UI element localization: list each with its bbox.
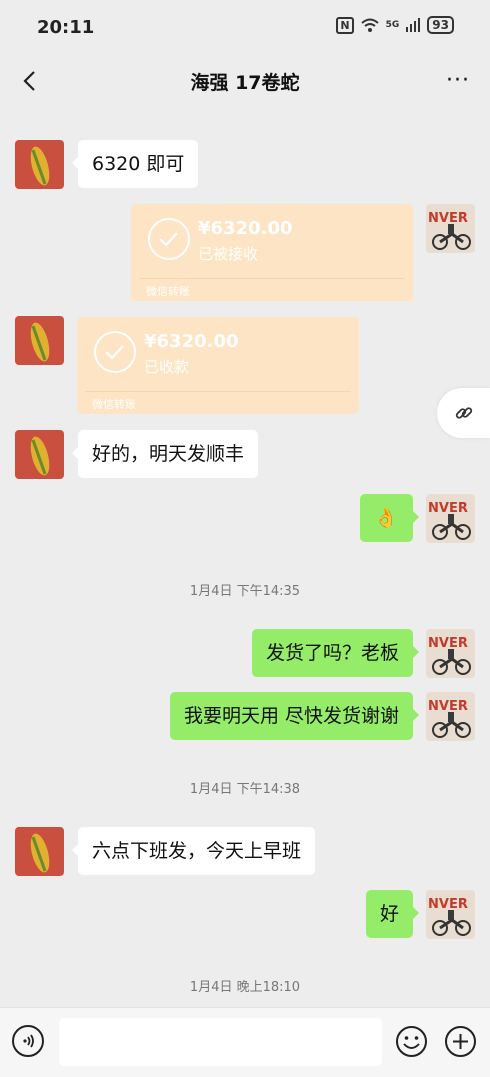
chat-title: 海强 17卷蛇 — [190, 72, 300, 94]
message-input[interactable] — [59, 1018, 382, 1066]
transfer-card-sent[interactable]: ¥6320.00 已被接收 微信转账 — [131, 204, 413, 301]
input-bar — [0, 1007, 490, 1077]
check-icon — [94, 331, 136, 373]
message-bubble[interactable]: 好 — [365, 890, 420, 938]
status-icons: N 5G 93 — [336, 16, 454, 34]
svg-text:NVER: NVER — [428, 636, 468, 651]
link-icon — [455, 407, 472, 419]
emoji-button[interactable] — [395, 1025, 428, 1058]
transfer-label: 微信转账 — [92, 398, 136, 411]
emoji-message-bubble[interactable]: 👌 — [360, 494, 419, 542]
signal-icon — [406, 18, 421, 32]
link-button[interactable] — [437, 388, 490, 438]
transfer-amount: ¥6320.00 — [144, 331, 239, 352]
status-bar: 20:11 N 5G 93 — [0, 0, 490, 56]
self-avatar[interactable]: NVER — [426, 204, 475, 253]
message-bubble[interactable]: 好的，明天发顺丰 — [71, 430, 259, 478]
message-bubble[interactable]: 6320 即可 — [71, 140, 199, 188]
transfer-status: 已被接收 — [198, 245, 259, 263]
contact-avatar[interactable] — [15, 827, 64, 876]
svg-text:NVER: NVER — [428, 699, 468, 714]
wifi-icon — [360, 18, 379, 32]
message-bubble[interactable]: 六点下班发，今天上早班 — [71, 827, 316, 875]
plus-icon — [445, 1026, 476, 1057]
nfc-icon: N — [336, 16, 354, 34]
contact-avatar[interactable] — [15, 140, 64, 189]
chat-header: 海强 17卷蛇 ··· — [0, 56, 490, 108]
check-icon — [148, 218, 190, 260]
transfer-label: 微信转账 — [146, 285, 190, 298]
svg-text:NVER: NVER — [428, 211, 468, 226]
timestamp: 1月4日 下午14:38 — [189, 782, 301, 797]
status-time: 20:11 — [37, 17, 95, 38]
voice-button[interactable] — [12, 1025, 44, 1057]
transfer-card-received[interactable]: ¥6320.00 已收款 微信转账 — [77, 317, 359, 414]
self-avatar[interactable]: NVER — [426, 494, 475, 543]
battery-level: 93 — [427, 16, 454, 34]
self-avatar[interactable]: NVER — [426, 629, 475, 678]
ok-hand-emoji: 👌 — [374, 507, 398, 529]
more-button[interactable]: ··· — [446, 68, 470, 93]
self-avatar[interactable]: NVER — [426, 692, 475, 741]
transfer-status: 已收款 — [144, 358, 190, 376]
emoji-icon — [396, 1026, 427, 1057]
message-bubble[interactable]: 发货了吗？老板 — [251, 629, 420, 677]
svg-text:NVER: NVER — [428, 501, 468, 516]
transfer-divider — [85, 391, 351, 392]
message-bubble[interactable]: 我要明天用 尽快发货谢谢 — [169, 692, 420, 740]
contact-avatar[interactable] — [15, 316, 64, 365]
self-avatar[interactable]: NVER — [426, 890, 475, 939]
voice-icon — [23, 1034, 34, 1048]
transfer-amount: ¥6320.00 — [198, 218, 293, 239]
transfer-divider — [139, 278, 405, 279]
network-type: 5G — [385, 20, 400, 30]
contact-avatar[interactable] — [15, 430, 64, 479]
more-functions-button[interactable] — [444, 1025, 477, 1058]
timestamp: 1月4日 晚上18:10 — [189, 980, 301, 995]
svg-text:NVER: NVER — [428, 897, 468, 912]
timestamp: 1月4日 下午14:35 — [189, 584, 301, 599]
